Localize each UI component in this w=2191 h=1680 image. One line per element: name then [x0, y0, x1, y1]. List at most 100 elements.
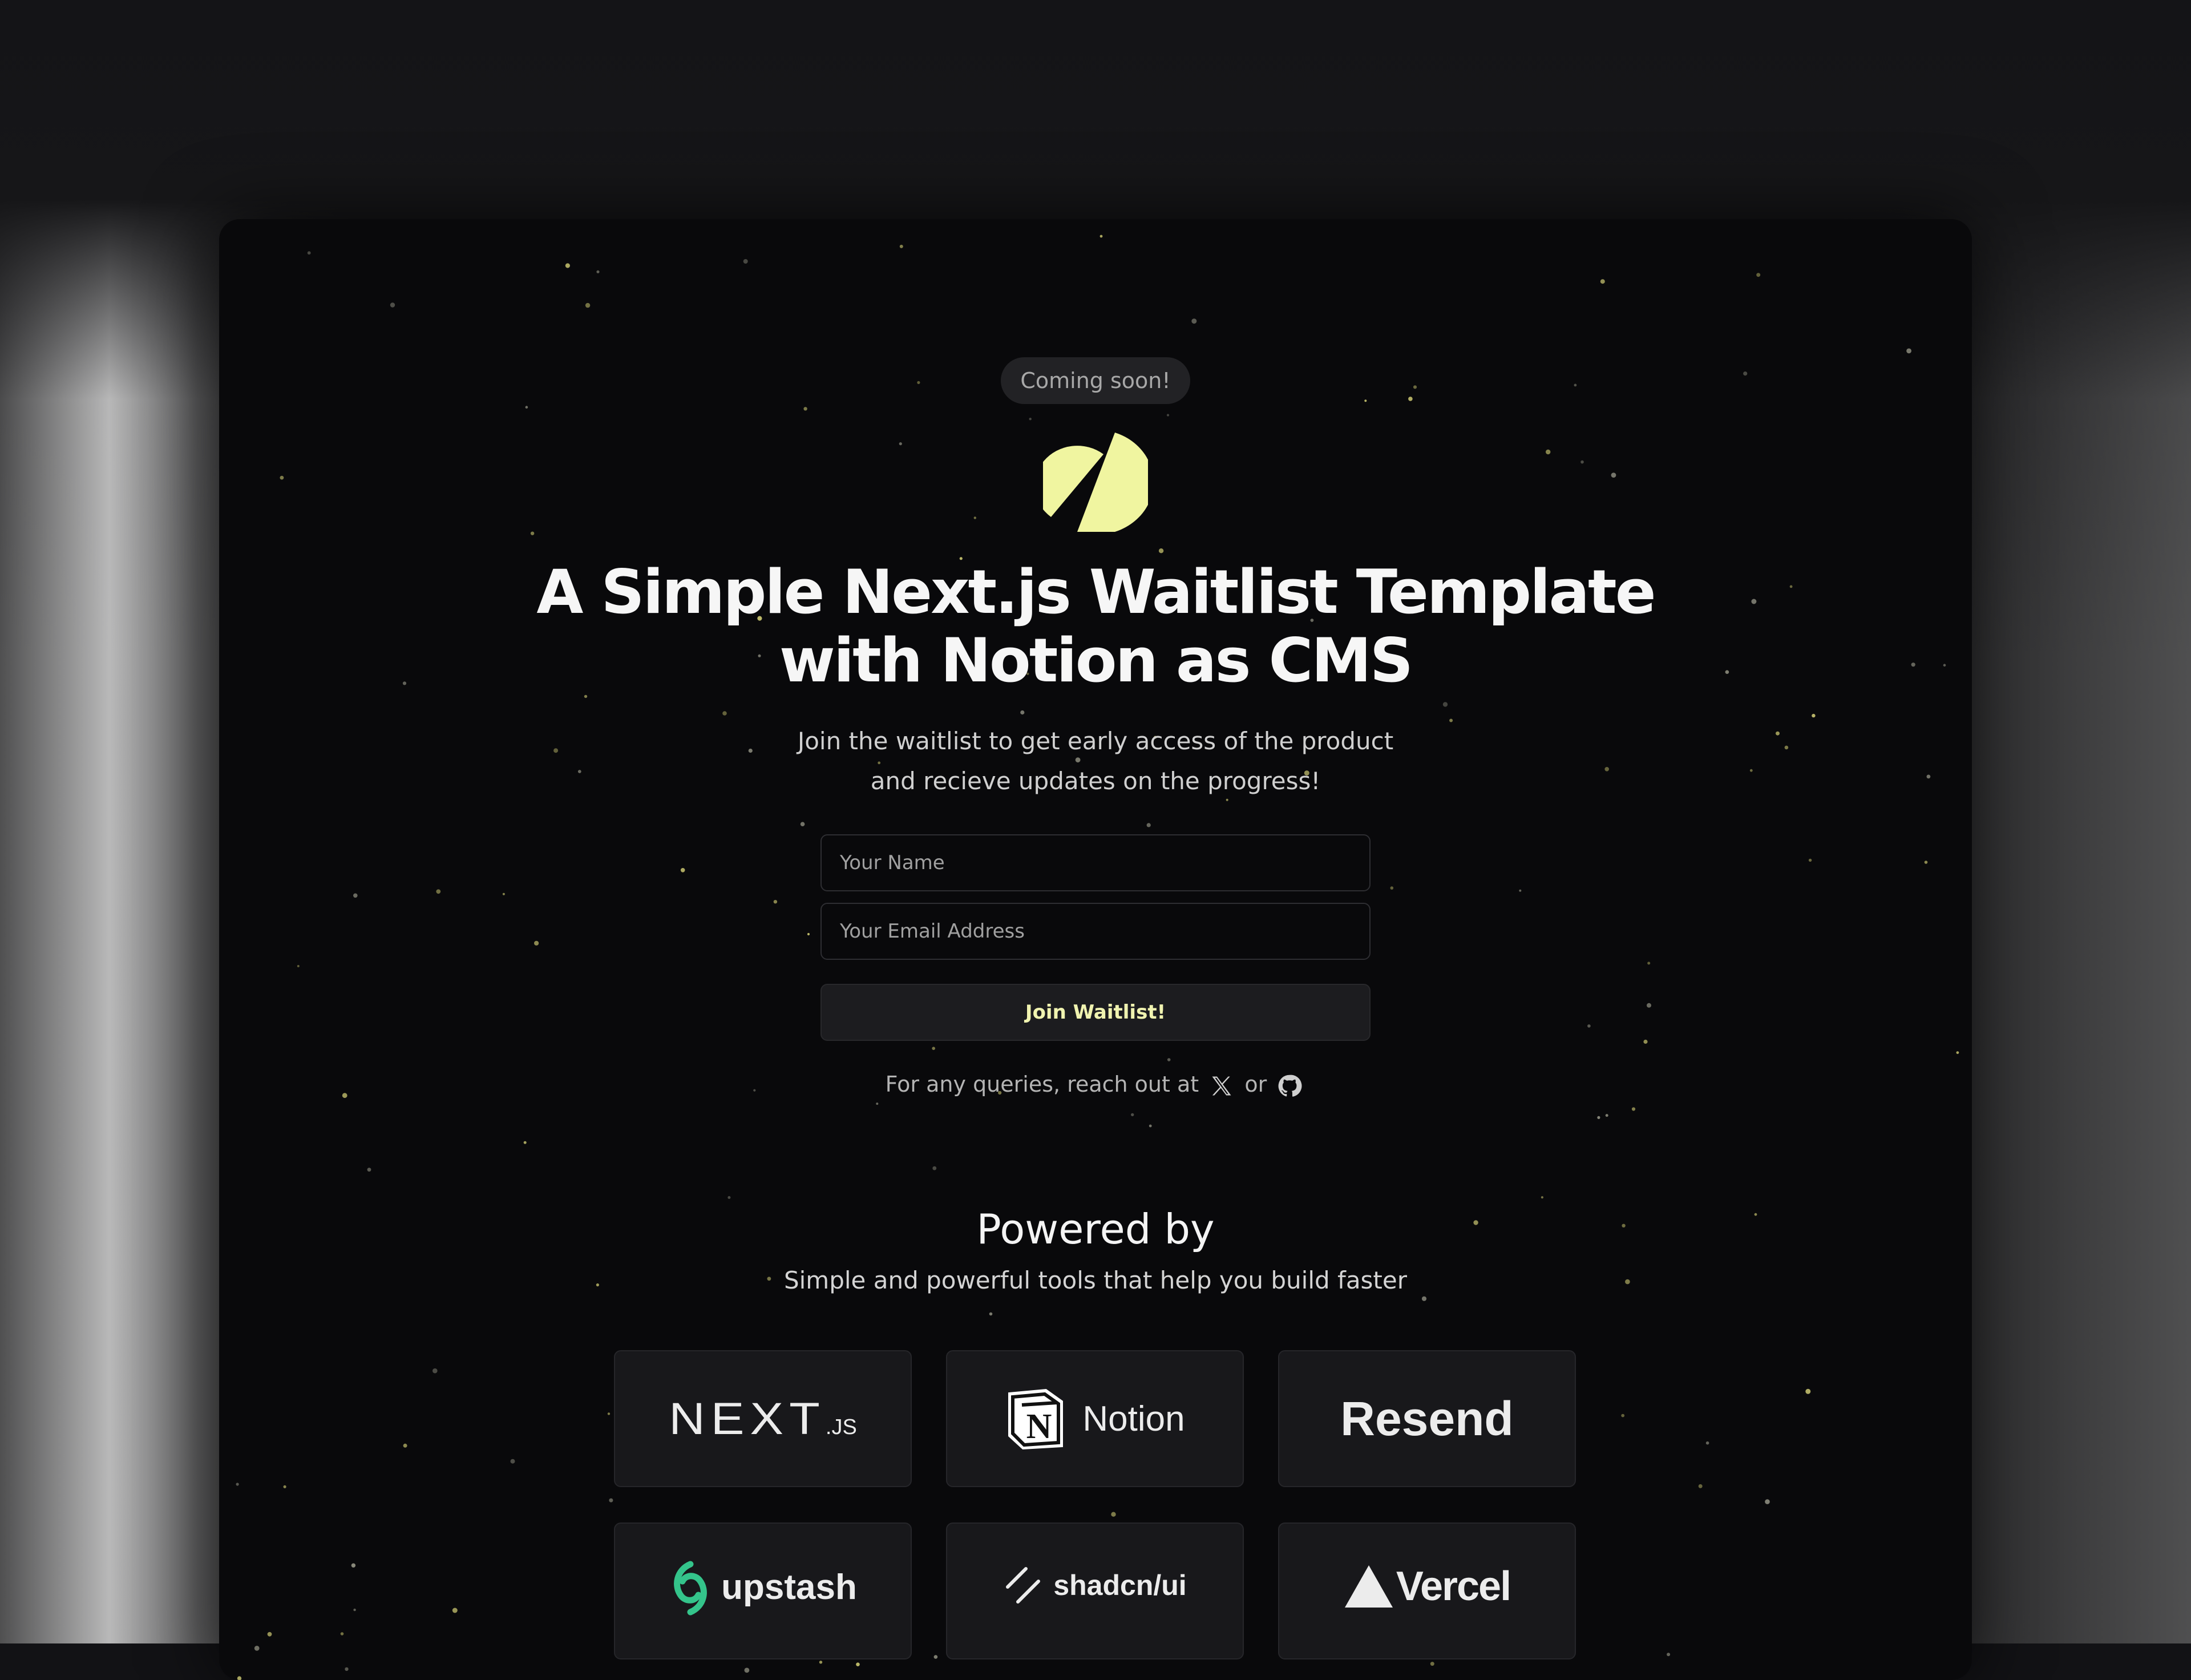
- star-dot: [1808, 858, 1812, 862]
- upstash-label: upstash: [721, 1567, 857, 1607]
- star-dot: [609, 1498, 613, 1503]
- star-dot: [280, 475, 284, 480]
- star-dot: [773, 900, 778, 904]
- page-title-line-1: A Simple Next.js Waitlist Template: [536, 557, 1656, 627]
- star-dot: [743, 259, 748, 264]
- powered-by-title: Powered by: [976, 1205, 1215, 1253]
- star-dot: [1167, 1058, 1171, 1061]
- star-dot: [727, 1196, 731, 1199]
- join-waitlist-button[interactable]: Join Waitlist!: [820, 984, 1371, 1041]
- star-dot: [584, 694, 588, 698]
- star-dot: [1705, 1441, 1709, 1445]
- star-dot: [1667, 1653, 1671, 1657]
- notion-icon: N: [1008, 1388, 1064, 1450]
- page-subtitle-line-2: and recieve updates on the progress!: [870, 767, 1321, 795]
- star-dot: [1580, 460, 1584, 464]
- star-dot: [1541, 1196, 1543, 1199]
- star-dot: [1111, 1512, 1116, 1517]
- star-dot: [1805, 1388, 1811, 1394]
- star-dot: [1430, 1662, 1434, 1666]
- star-dot: [452, 1608, 458, 1613]
- card-resend[interactable]: Resend: [1278, 1350, 1576, 1487]
- contact-or-text: or: [1244, 1072, 1267, 1097]
- vercel-triangle-icon: [1344, 1565, 1393, 1608]
- star-dot: [1597, 1116, 1600, 1119]
- contact-line: For any queries, reach out at or: [219, 1061, 1972, 1107]
- card-upstash[interactable]: upstash: [614, 1522, 912, 1659]
- star-dot: [267, 1631, 272, 1637]
- card-vercel[interactable]: Vercel: [1278, 1522, 1576, 1659]
- star-dot: [525, 406, 528, 409]
- star-dot: [1146, 823, 1151, 827]
- star-dot: [1099, 235, 1103, 238]
- star-dot: [390, 302, 395, 308]
- star-dot: [254, 1646, 260, 1651]
- svg-text:N: N: [1026, 1407, 1052, 1446]
- star-dot: [1956, 1051, 1959, 1054]
- star-dot: [530, 531, 535, 535]
- shadcn-label: shadcn/ui: [1053, 1569, 1187, 1601]
- star-dot: [1643, 1039, 1648, 1044]
- resend-label: Resend: [1340, 1391, 1514, 1445]
- star-dot: [1020, 710, 1025, 715]
- star-dot: [680, 868, 685, 873]
- star-dot: [1408, 397, 1413, 401]
- star-dot: [353, 893, 358, 898]
- card-nextjs[interactable]: NEXT .JS: [614, 1350, 912, 1487]
- name-field[interactable]: [820, 834, 1371, 891]
- leaf-logo-icon: [1043, 433, 1148, 532]
- star-dot: [1390, 886, 1394, 890]
- star-dot: [367, 1168, 371, 1172]
- star-dot: [1149, 1124, 1152, 1128]
- star-dot: [607, 1412, 611, 1415]
- star-dot: [1158, 548, 1164, 554]
- star-dot: [1611, 472, 1616, 478]
- star-dot: [432, 1368, 438, 1374]
- star-dot: [722, 711, 727, 716]
- star-dot: [585, 302, 591, 308]
- star-dot: [523, 1141, 527, 1144]
- star-dot: [307, 251, 311, 255]
- star-dot: [502, 892, 505, 895]
- star-dot: [899, 442, 902, 446]
- star-dot: [973, 516, 977, 519]
- star-dot: [1605, 1114, 1608, 1117]
- star-dot: [1574, 383, 1577, 387]
- star-dot: [1631, 1107, 1636, 1111]
- star-dot: [1906, 348, 1912, 354]
- star-dot: [236, 1483, 239, 1486]
- star-dot: [1587, 1024, 1591, 1028]
- browser-window: Coming soon! A Simple Next.js Waitlist T…: [219, 219, 1972, 1680]
- star-dot: [1812, 713, 1816, 718]
- star-dot: [1621, 1414, 1625, 1418]
- card-shadcn[interactable]: shadcn/ui: [946, 1522, 1244, 1659]
- coming-soon-badge: Coming soon!: [1001, 357, 1190, 404]
- star-dot: [1765, 1499, 1770, 1504]
- star-dot: [1166, 414, 1170, 417]
- nextjs-wordmark: NEXT: [669, 1393, 826, 1444]
- contact-text: For any queries, reach out at: [885, 1072, 1199, 1097]
- star-dot: [565, 263, 571, 268]
- star-dot: [510, 1459, 515, 1464]
- star-dot: [744, 1667, 750, 1673]
- star-dot: [989, 1312, 993, 1316]
- upstash-icon: [674, 1561, 708, 1616]
- star-dot: [403, 1443, 407, 1448]
- star-dot: [1191, 318, 1197, 324]
- notion-label: Notion: [1082, 1399, 1185, 1439]
- x-icon[interactable]: [1209, 1073, 1234, 1099]
- star-dot: [899, 244, 903, 248]
- card-notion[interactable]: N Notion: [946, 1350, 1244, 1487]
- star-dot: [1364, 399, 1367, 402]
- star-dot: [932, 1047, 935, 1050]
- star-dot: [856, 1662, 860, 1666]
- github-icon[interactable]: [1277, 1073, 1302, 1099]
- star-dot: [283, 1485, 286, 1488]
- email-field[interactable]: [820, 903, 1371, 960]
- star-dot: [800, 822, 805, 826]
- star-dot: [1442, 702, 1448, 707]
- star-dot: [534, 940, 539, 946]
- star-dot: [1924, 861, 1928, 864]
- star-dot: [803, 407, 807, 411]
- star-dot: [596, 270, 600, 273]
